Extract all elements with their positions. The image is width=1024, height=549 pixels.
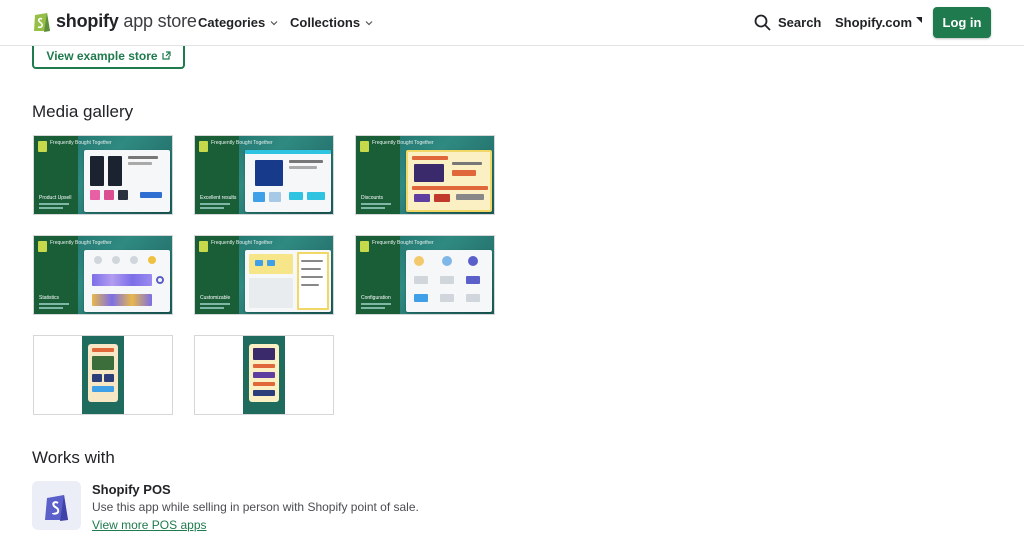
thumbnail-header: Frequently Bought Together	[50, 240, 112, 246]
thumbnail-label: Product Upsell	[39, 195, 72, 201]
shopify-pos-icon	[32, 481, 81, 530]
app-badge-icon	[38, 141, 47, 152]
thumbnail-header: Frequently Bought Together	[211, 140, 273, 146]
gallery-thumbnail-product-upsell[interactable]: Frequently Bought Together Product Upsel…	[33, 135, 173, 215]
thumbnail-header: Frequently Bought Together	[372, 240, 434, 246]
thumbnail-screenshot	[84, 150, 170, 212]
works-with-title: Works with	[32, 448, 115, 467]
gallery-thumbnail-configuration[interactable]: Frequently Bought Together Configuration	[355, 235, 495, 315]
app-badge-icon	[38, 241, 47, 252]
gallery-thumbnail-customizable[interactable]: Frequently Bought Together Customizable	[194, 235, 334, 315]
thumbnail-header: Frequently Bought Together	[50, 140, 112, 146]
works-with-description: Use this app while selling in person wit…	[92, 500, 419, 514]
thumbnail-label: Configuration	[361, 295, 391, 301]
gallery-thumbnail-mobile-2[interactable]	[194, 335, 334, 415]
app-badge-icon	[360, 141, 369, 152]
app-badge-icon	[199, 141, 208, 152]
search-label: Search	[778, 15, 822, 30]
app-badge-icon	[199, 241, 208, 252]
gallery-thumbnail-statistics[interactable]: Frequently Bought Together Statistics	[33, 235, 173, 315]
nav-collections-label: Collections	[290, 15, 361, 30]
thumbnail-header: Frequently Bought Together	[372, 140, 434, 146]
thumbnail-label: Statistics	[39, 295, 60, 301]
search-icon	[754, 14, 771, 31]
thumbnail-phone-screenshot	[243, 336, 285, 414]
thumbnail-label: Customizable	[200, 295, 231, 301]
shopify-com-link[interactable]: Shopify.com	[835, 15, 923, 30]
gallery-thumbnail-excellent-results[interactable]: Frequently Bought Together Excellent res…	[194, 135, 334, 215]
chevron-down-icon	[365, 20, 373, 25]
thumbnail-header: Frequently Bought Together	[211, 240, 273, 246]
app-badge-icon	[360, 241, 369, 252]
shopify-bag-icon	[44, 494, 68, 521]
thumbnail-screenshot	[245, 150, 331, 212]
shopify-app-store-logo[interactable]: shopify app store	[32, 9, 197, 33]
shopify-bag-icon	[34, 13, 50, 32]
login-button[interactable]: Log in	[933, 7, 991, 38]
thumbnail-label: Discounts	[361, 195, 383, 201]
gallery-thumbnail-mobile-1[interactable]	[33, 335, 173, 415]
thumbnail-screenshot	[406, 150, 492, 212]
thumbnail-screenshot	[245, 250, 331, 312]
view-more-pos-apps-link[interactable]: View more POS apps	[92, 518, 207, 532]
shopify-com-label: Shopify.com	[835, 15, 913, 30]
external-arrow-icon	[916, 17, 923, 23]
gallery-thumbnail-discounts[interactable]: Frequently Bought Together Discounts	[355, 135, 495, 215]
thumbnail-label: Excellent results	[200, 195, 237, 201]
external-link-icon	[161, 51, 171, 60]
logo-brand: shopify	[56, 10, 119, 31]
works-with-app-name: Shopify POS	[92, 482, 171, 497]
top-navigation-bar: shopify app store Categories Collections…	[0, 0, 1024, 46]
search-button[interactable]: Search	[754, 14, 821, 31]
chevron-down-icon	[270, 20, 278, 25]
nav-categories[interactable]: Categories	[198, 15, 278, 30]
logo-suffix: app store	[123, 10, 197, 31]
nav-categories-label: Categories	[198, 15, 266, 30]
view-example-store-label: View example store	[46, 48, 158, 63]
media-gallery-title: Media gallery	[32, 102, 134, 121]
thumbnail-screenshot	[406, 250, 492, 312]
thumbnail-phone-screenshot	[82, 336, 124, 414]
nav-collections[interactable]: Collections	[290, 15, 373, 30]
thumbnail-screenshot	[84, 250, 170, 312]
